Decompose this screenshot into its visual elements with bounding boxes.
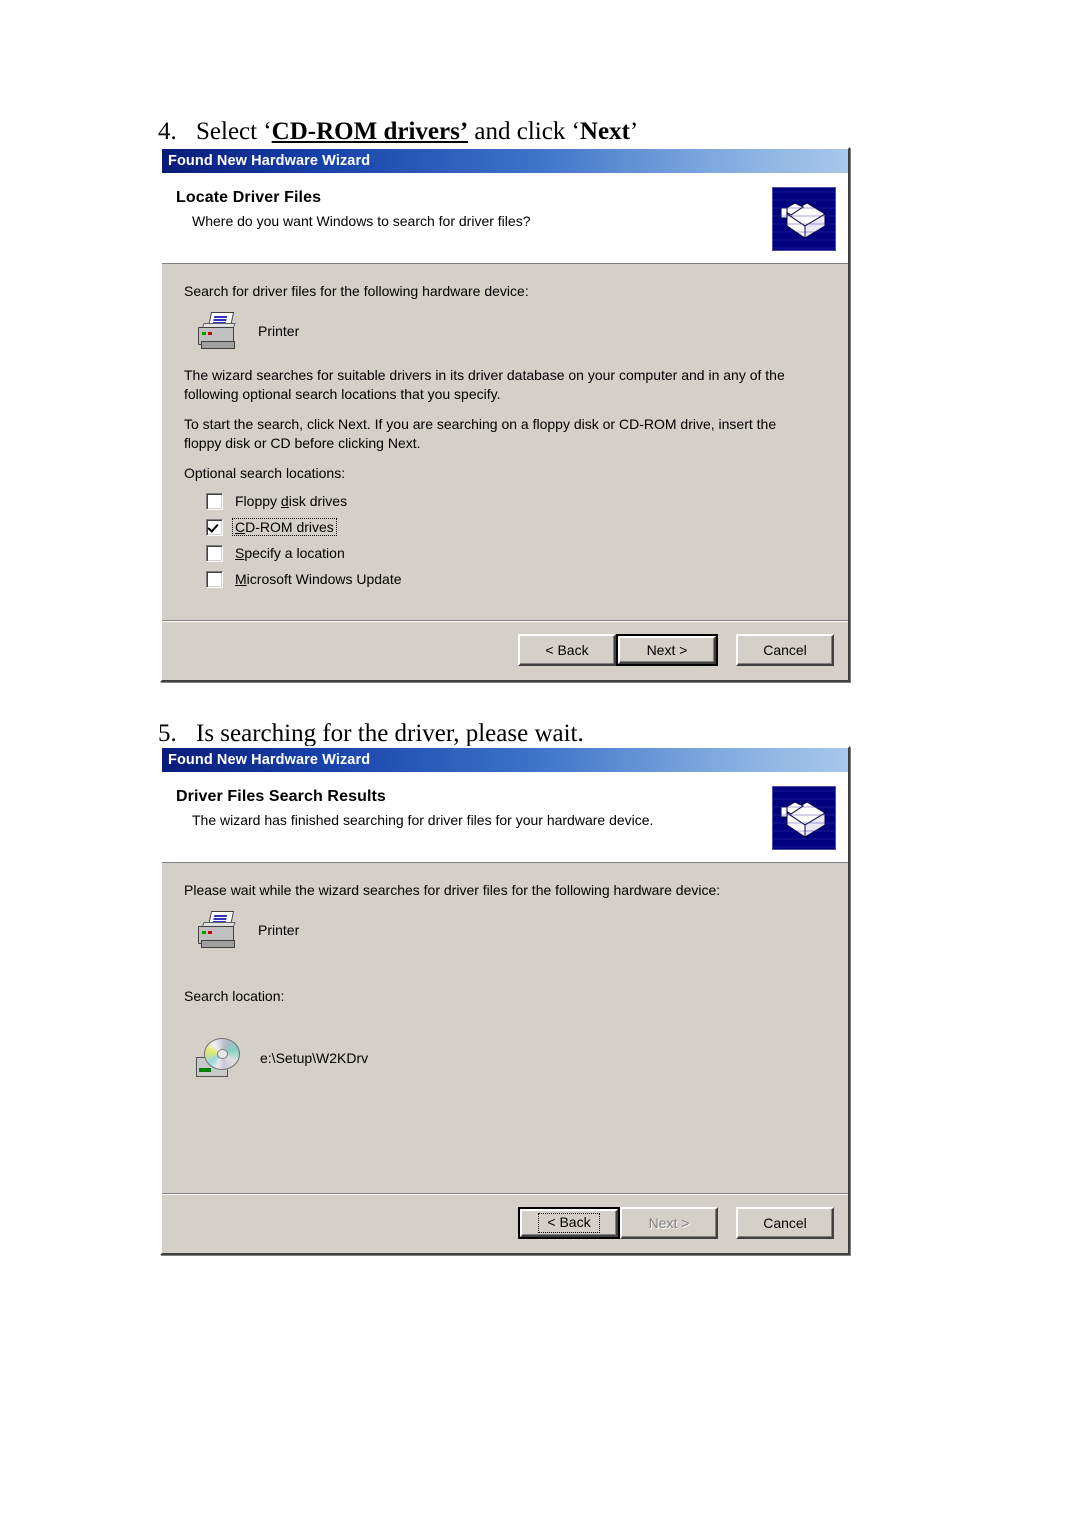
- back-button-default-frame[interactable]: < Back: [518, 1207, 620, 1239]
- cancel-button[interactable]: Cancel: [736, 1207, 834, 1239]
- next-button: Next >: [620, 1207, 718, 1239]
- dialog1-device-row: Printer: [196, 312, 826, 350]
- dialog2-titlebar: Found New Hardware Wizard: [162, 748, 848, 772]
- dialog1-device-label: Printer: [258, 323, 300, 340]
- dialog2-button-bar: < Back Next > Cancel: [162, 1195, 848, 1253]
- step-4-text-a: Select ‘: [196, 118, 272, 145]
- step-5-text: Is searching for the driver, please wait…: [196, 720, 584, 747]
- step-4-text-c: ’: [629, 118, 639, 145]
- dialog2-title-text: Found New Hardware Wizard: [168, 752, 371, 768]
- checkbox-row-floppy-disk-drives[interactable]: Floppy disk drives: [206, 488, 826, 514]
- hardware-box-icon: [772, 786, 836, 850]
- printer-icon: [196, 312, 240, 350]
- printer-icon: [196, 911, 240, 949]
- checkbox-specify-a-location[interactable]: [206, 544, 223, 562]
- dialog1-heading: Locate Driver Files: [176, 189, 322, 206]
- dialog1-wizard-header: Locate Driver Files Where do you want Wi…: [162, 173, 848, 264]
- checkbox-row-microsoft-windows-update[interactable]: Microsoft Windows Update: [206, 566, 826, 592]
- dialog2-device-row: Printer: [196, 911, 826, 949]
- step-4-number: 4.: [158, 118, 177, 145]
- step-4-text-emphasis: CD-ROM drivers’: [271, 118, 469, 145]
- back-button[interactable]: < Back: [520, 1209, 618, 1237]
- dialog2-wizard-header: Driver Files Search Results The wizard h…: [162, 772, 848, 863]
- search-location-row: e:\Setup\W2KDrv: [196, 1037, 826, 1079]
- checkbox-microsoft-windows-update[interactable]: [206, 570, 223, 588]
- dialog2-body: Please wait while the wizard searches fo…: [162, 863, 848, 1193]
- step-5-number: 5.: [158, 720, 177, 747]
- checkbox-row-specify-a-location[interactable]: Specify a location: [206, 540, 826, 566]
- checkbox-floppy-disk-drives[interactable]: [206, 492, 223, 510]
- step-4-text-b: and click ‘: [468, 118, 580, 145]
- dialog1-intro-text: Search for driver files for the followin…: [184, 283, 529, 299]
- back-button-label: < Back: [538, 1213, 600, 1233]
- search-location-label: Search location:: [184, 988, 285, 1005]
- next-button-default-frame[interactable]: Next >: [616, 634, 718, 667]
- dialog2-intro-text: Please wait while the wizard searches fo…: [184, 882, 721, 898]
- step-4-text-next: Next: [579, 118, 630, 145]
- back-button[interactable]: < Back: [518, 634, 616, 667]
- hardware-box-icon: [772, 187, 836, 251]
- search-location-value: e:\Setup\W2KDrv: [260, 1050, 369, 1067]
- dialog1-paragraph-1: The wizard searches for suitable drivers…: [184, 367, 785, 402]
- dialog2-heading: Driver Files Search Results: [176, 788, 386, 805]
- dialog1-paragraph-2: To start the search, click Next. If you …: [184, 416, 777, 451]
- dialog2-subheading: The wizard has finished searching for dr…: [192, 812, 654, 828]
- next-button[interactable]: Next >: [618, 636, 716, 665]
- optional-search-locations-list: Floppy disk drives CD-ROM drives Specify…: [206, 488, 826, 592]
- step-4-heading: 4. Select ‘CD-ROM drivers’ and click ‘Nex…: [158, 118, 638, 147]
- step-5-heading: 5. Is searching for the driver, please wa…: [158, 720, 584, 749]
- checkbox-label-specify-a-location[interactable]: Specify a location: [233, 545, 347, 561]
- checkbox-label-floppy-disk-drives[interactable]: Floppy disk drives: [233, 493, 349, 509]
- dialog1-title-text: Found New Hardware Wizard: [168, 153, 371, 169]
- dialog1-body: Search for driver files for the followin…: [162, 264, 848, 621]
- checkbox-cd-rom-drives[interactable]: [206, 518, 223, 536]
- dialog1-options-label: Optional search locations:: [184, 465, 346, 482]
- checkbox-label-cd-rom-drives[interactable]: CD-ROM drives: [232, 518, 337, 537]
- checkbox-row-cd-rom-drives[interactable]: CD-ROM drives: [206, 514, 826, 540]
- dialog2-device-label: Printer: [258, 922, 300, 939]
- driver-files-search-results-dialog[interactable]: Found New Hardware Wizard Driver Files S…: [160, 746, 850, 1255]
- dialog1-subheading: Where do you want Windows to search for …: [192, 213, 531, 229]
- dialog1-titlebar: Found New Hardware Wizard: [162, 149, 848, 173]
- cd-drive-icon: [196, 1037, 242, 1079]
- dialog1-button-bar: < Back Next > Cancel: [162, 622, 848, 681]
- checkbox-label-microsoft-windows-update[interactable]: Microsoft Windows Update: [233, 571, 404, 587]
- cancel-button[interactable]: Cancel: [736, 634, 834, 667]
- locate-driver-files-dialog[interactable]: Found New Hardware Wizard Locate Driver …: [160, 147, 850, 683]
